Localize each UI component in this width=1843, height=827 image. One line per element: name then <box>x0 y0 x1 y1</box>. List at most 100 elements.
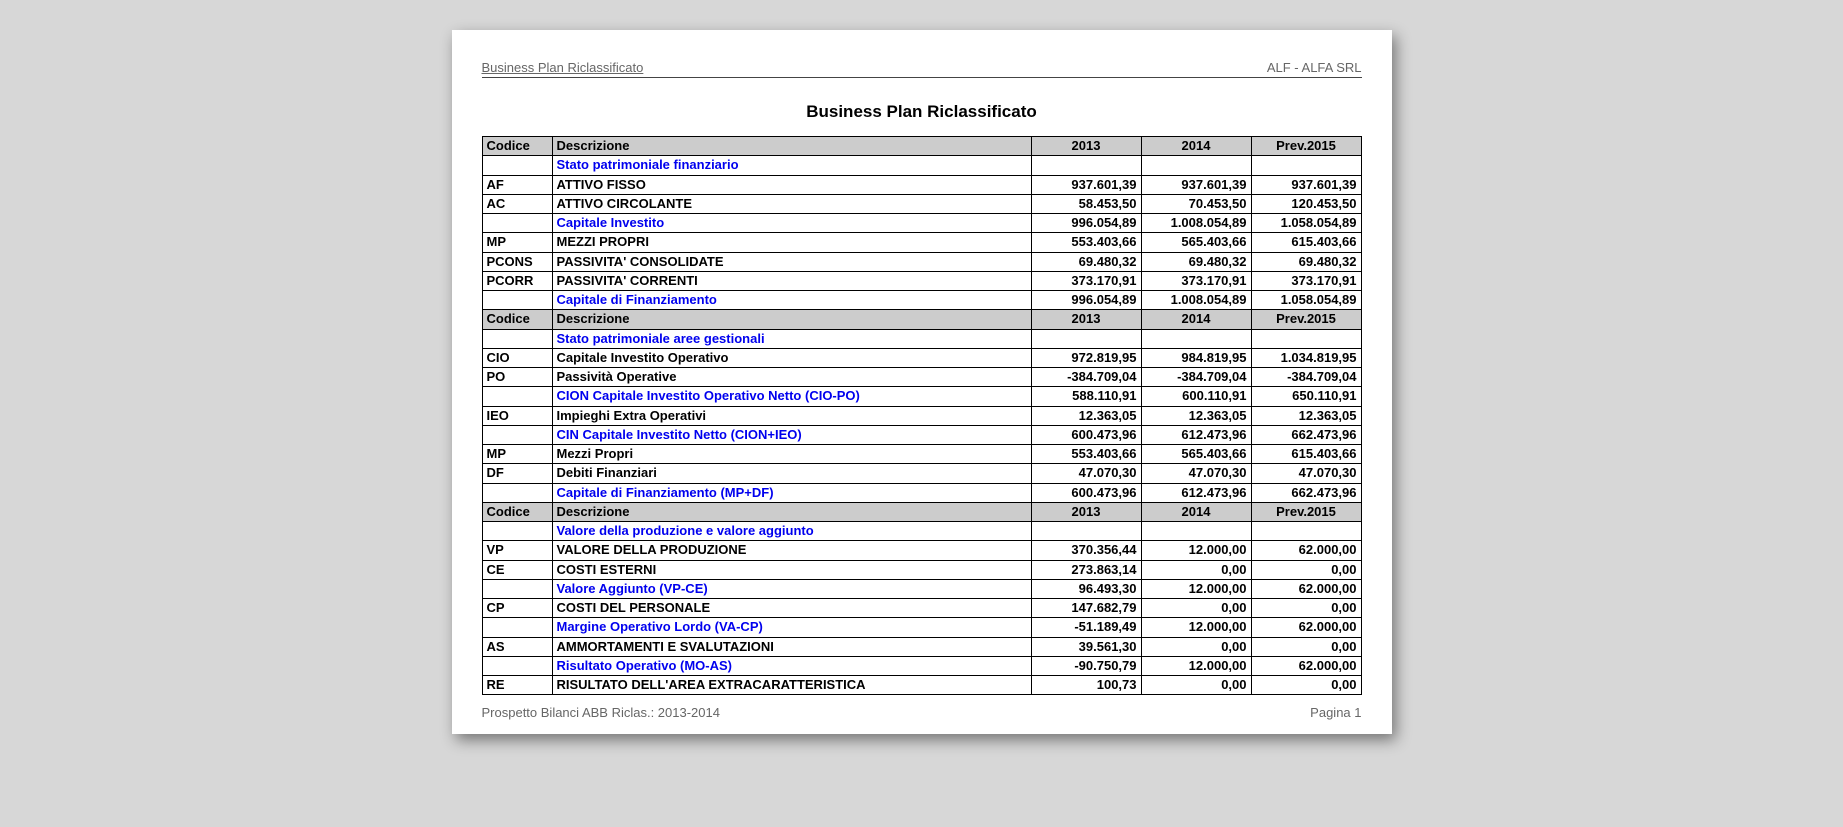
cell-y1: 996.054,89 <box>1031 291 1141 310</box>
cell-y1: 69.480,32 <box>1031 252 1141 271</box>
cell-desc: Risultato Operativo (MO-AS) <box>552 656 1031 675</box>
cell-y2: 612.473,96 <box>1141 483 1251 502</box>
table-row: Stato patrimoniale finanziario <box>482 156 1361 175</box>
cell-desc: COSTI DEL PERSONALE <box>552 599 1031 618</box>
col-desc: Descrizione <box>552 502 1031 521</box>
table-row: DFDebiti Finanziari47.070,3047.070,3047.… <box>482 464 1361 483</box>
cell-y1: 58.453,50 <box>1031 194 1141 213</box>
cell-y3: 937.601,39 <box>1251 175 1361 194</box>
cell-code: AF <box>482 175 552 194</box>
cell-desc: Debiti Finanziari <box>552 464 1031 483</box>
cell-y2: 1.008.054,89 <box>1141 214 1251 233</box>
footer-right: Pagina 1 <box>1310 705 1361 720</box>
cell-y2: 984.819,95 <box>1141 348 1251 367</box>
cell-desc: CIN Capitale Investito Netto (CION+IEO) <box>552 425 1031 444</box>
cell-code: MP <box>482 233 552 252</box>
cell-y1: 100,73 <box>1031 676 1141 695</box>
cell-y1: 12.363,05 <box>1031 406 1141 425</box>
cell-y2: 0,00 <box>1141 560 1251 579</box>
table-row: MPMEZZI PROPRI553.403,66565.403,66615.40… <box>482 233 1361 252</box>
cell-desc: ATTIVO CIRCOLANTE <box>552 194 1031 213</box>
cell-code: CE <box>482 560 552 579</box>
table-row: Risultato Operativo (MO-AS)-90.750,7912.… <box>482 656 1361 675</box>
col-y2: 2014 <box>1141 502 1251 521</box>
cell-y2: 69.480,32 <box>1141 252 1251 271</box>
table-row: CIOCapitale Investito Operativo972.819,9… <box>482 348 1361 367</box>
cell-code <box>482 656 552 675</box>
cell-y2: 12.000,00 <box>1141 618 1251 637</box>
col-code: Codice <box>482 137 552 156</box>
cell-y1: 553.403,66 <box>1031 233 1141 252</box>
cell-y2: 600.110,91 <box>1141 387 1251 406</box>
col-y1: 2013 <box>1031 310 1141 329</box>
table-row: PCONSPASSIVITA' CONSOLIDATE69.480,3269.4… <box>482 252 1361 271</box>
table-row: Margine Operativo Lordo (VA-CP)-51.189,4… <box>482 618 1361 637</box>
table-row: Stato patrimoniale aree gestionali <box>482 329 1361 348</box>
cell-code: PCONS <box>482 252 552 271</box>
cell-desc: CION Capitale Investito Operativo Netto … <box>552 387 1031 406</box>
table-row: POPassività Operative-384.709,04-384.709… <box>482 368 1361 387</box>
cell-y2: 47.070,30 <box>1141 464 1251 483</box>
table-row: CodiceDescrizione20132014Prev.2015 <box>482 137 1361 156</box>
cell-code <box>482 579 552 598</box>
document-page: Business Plan Riclassificato ALF - ALFA … <box>452 30 1392 734</box>
table-row: CECOSTI ESTERNI273.863,140,000,00 <box>482 560 1361 579</box>
cell-y3: 62.000,00 <box>1251 618 1361 637</box>
table-row: AFATTIVO FISSO937.601,39937.601,39937.60… <box>482 175 1361 194</box>
cell-y3 <box>1251 329 1361 348</box>
cell-desc: PASSIVITA' CONSOLIDATE <box>552 252 1031 271</box>
cell-y3: 62.000,00 <box>1251 579 1361 598</box>
cell-y1: 373.170,91 <box>1031 271 1141 290</box>
document-title: Business Plan Riclassificato <box>482 102 1362 122</box>
cell-y1: 47.070,30 <box>1031 464 1141 483</box>
cell-y1: -90.750,79 <box>1031 656 1141 675</box>
cell-y1 <box>1031 156 1141 175</box>
table-row: IEOImpieghi Extra Operativi12.363,0512.3… <box>482 406 1361 425</box>
cell-desc: Stato patrimoniale aree gestionali <box>552 329 1031 348</box>
cell-code <box>482 329 552 348</box>
table-row: Capitale di Finanziamento996.054,891.008… <box>482 291 1361 310</box>
footer-left: Prospetto Bilanci ABB Riclas.: 2013-2014 <box>482 705 720 720</box>
cell-desc: COSTI ESTERNI <box>552 560 1031 579</box>
col-code: Codice <box>482 310 552 329</box>
cell-code: CIO <box>482 348 552 367</box>
cell-y2: 937.601,39 <box>1141 175 1251 194</box>
cell-code: AC <box>482 194 552 213</box>
table-row: CION Capitale Investito Operativo Netto … <box>482 387 1361 406</box>
col-y1: 2013 <box>1031 502 1141 521</box>
cell-y1: -384.709,04 <box>1031 368 1141 387</box>
table-row: Capitale Investito996.054,891.008.054,89… <box>482 214 1361 233</box>
cell-y1: 600.473,96 <box>1031 425 1141 444</box>
cell-y3: 1.058.054,89 <box>1251 214 1361 233</box>
cell-y3: 69.480,32 <box>1251 252 1361 271</box>
document-footer: Prospetto Bilanci ABB Riclas.: 2013-2014… <box>482 705 1362 720</box>
cell-y3: 62.000,00 <box>1251 656 1361 675</box>
cell-y3: 62.000,00 <box>1251 541 1361 560</box>
cell-code <box>482 522 552 541</box>
cell-code: IEO <box>482 406 552 425</box>
cell-y3: 1.034.819,95 <box>1251 348 1361 367</box>
cell-desc: Capitale Investito <box>552 214 1031 233</box>
cell-y3: 615.403,66 <box>1251 445 1361 464</box>
cell-y3: 0,00 <box>1251 637 1361 656</box>
cell-y3: 0,00 <box>1251 599 1361 618</box>
cell-y1: 588.110,91 <box>1031 387 1141 406</box>
cell-code <box>482 483 552 502</box>
table-row: VPVALORE DELLA PRODUZIONE370.356,4412.00… <box>482 541 1361 560</box>
document-header: Business Plan Riclassificato ALF - ALFA … <box>482 60 1362 78</box>
cell-code <box>482 425 552 444</box>
cell-y3: 615.403,66 <box>1251 233 1361 252</box>
cell-desc: ATTIVO FISSO <box>552 175 1031 194</box>
cell-y2: 373.170,91 <box>1141 271 1251 290</box>
cell-y2: 612.473,96 <box>1141 425 1251 444</box>
cell-y2: 12.000,00 <box>1141 656 1251 675</box>
cell-y1: 553.403,66 <box>1031 445 1141 464</box>
cell-code <box>482 387 552 406</box>
header-right: ALF - ALFA SRL <box>1267 60 1362 75</box>
cell-desc: RISULTATO DELL'AREA EXTRACARATTERISTICA <box>552 676 1031 695</box>
cell-y2: -384.709,04 <box>1141 368 1251 387</box>
table-row: ASAMMORTAMENTI E SVALUTAZIONI39.561,300,… <box>482 637 1361 656</box>
col-y2: 2014 <box>1141 310 1251 329</box>
cell-desc: Margine Operativo Lordo (VA-CP) <box>552 618 1031 637</box>
cell-y3: 47.070,30 <box>1251 464 1361 483</box>
